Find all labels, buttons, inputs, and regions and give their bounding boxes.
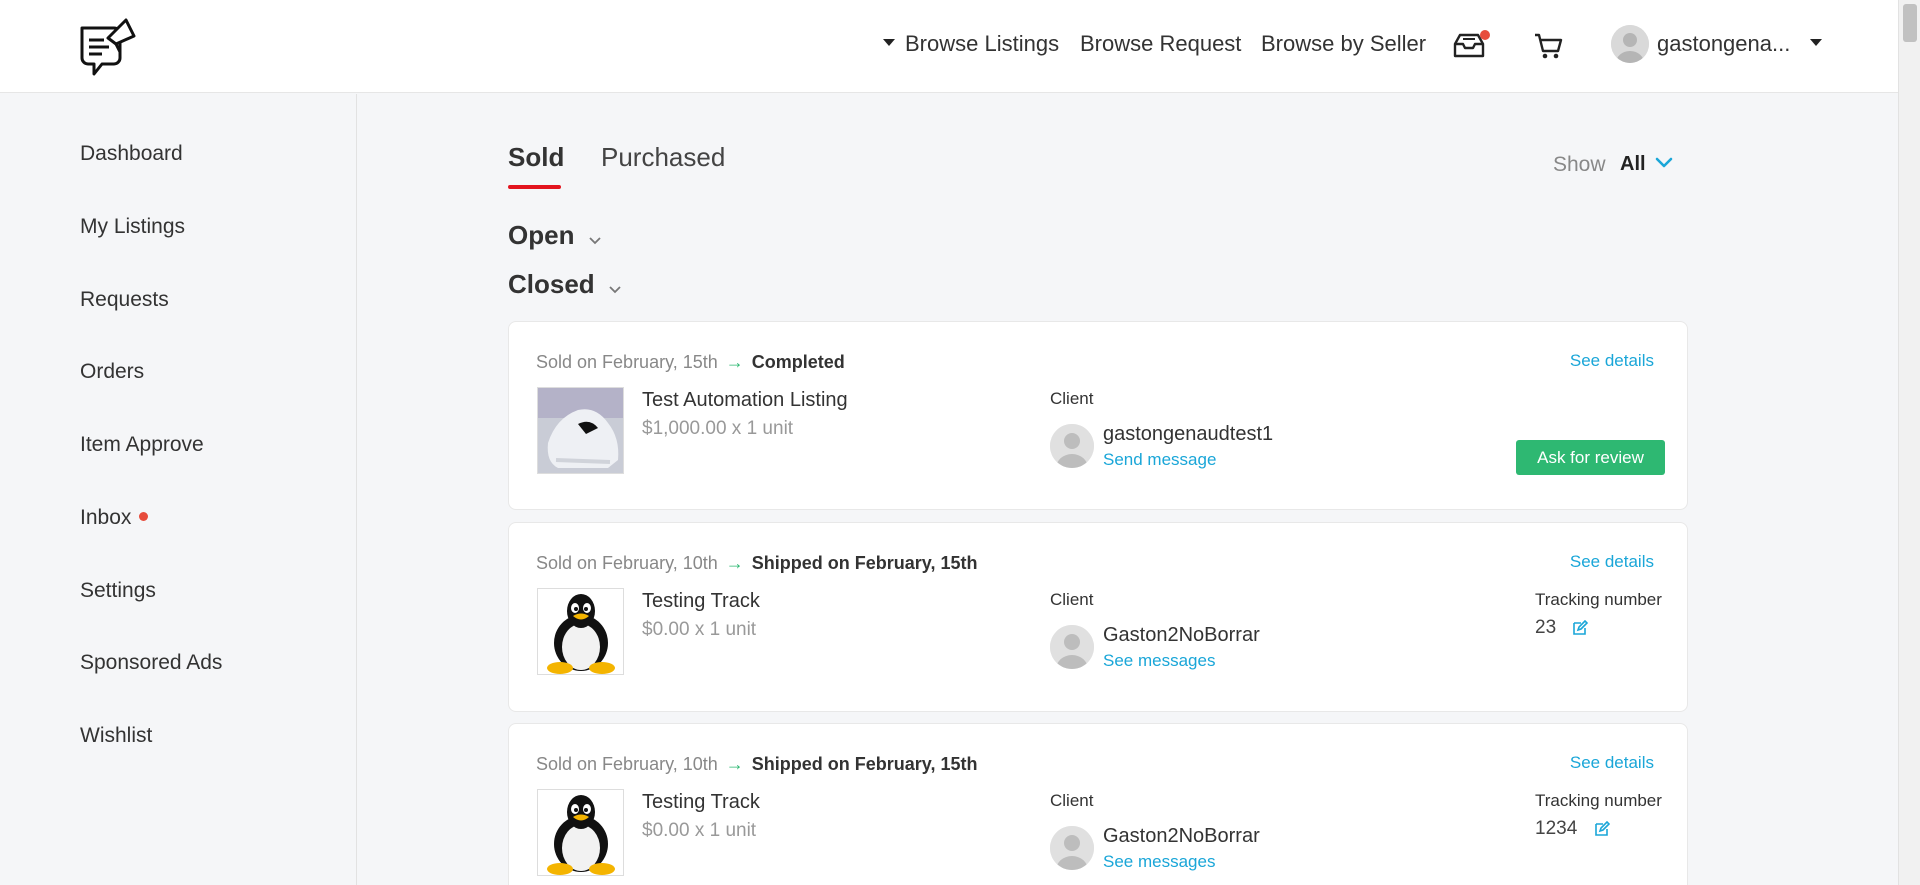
nav-browse-listings[interactable]: Browse Listings — [883, 31, 1059, 57]
chevron-down-icon — [588, 222, 602, 253]
brand-logo[interactable] — [76, 14, 138, 80]
arrow-right-icon: → — [725, 553, 744, 573]
user-menu[interactable]: gastongena... — [1657, 31, 1823, 57]
nav-browse-by-seller[interactable]: Browse by Seller — [1261, 31, 1426, 57]
client-label: Client — [1050, 590, 1094, 609]
client-label: Client — [1050, 791, 1094, 810]
order-status-line: Sold on February, 10th → Shipped on Februa… — [536, 553, 978, 573]
inbox-unread-dot — [139, 511, 149, 521]
sidebar-item-orders[interactable]: Orders — [80, 360, 144, 384]
ask-for-review-button[interactable]: Ask for review — [1516, 440, 1665, 475]
sidebar-item-sponsored-ads[interactable]: Sponsored Ads — [80, 651, 222, 675]
edit-icon[interactable] — [1572, 619, 1589, 641]
penguin-image-icon — [538, 790, 623, 875]
order-status: Shipped on February, 15th — [751, 553, 978, 573]
show-filter-select[interactable]: All — [1620, 153, 1646, 176]
client-avatar — [1050, 625, 1094, 669]
product-thumbnail-penguin[interactable] — [537, 588, 624, 675]
sidebar-item-item-approve[interactable]: Item Approve — [80, 433, 204, 457]
arrow-right-icon: → — [725, 352, 744, 372]
see-messages-link[interactable]: See messages — [1103, 651, 1215, 671]
product-thumbnail-sneaker[interactable] — [537, 387, 624, 474]
product-thumbnail-penguin[interactable] — [537, 789, 624, 876]
tab-sold[interactable]: Sold — [508, 142, 564, 173]
tracking-number-label: Tracking number — [1535, 791, 1662, 810]
user-silhouette-icon — [1050, 625, 1094, 669]
cart-button[interactable] — [1533, 32, 1563, 65]
sneaker-photo-icon — [538, 388, 623, 473]
order-status: Shipped on February, 15th — [751, 754, 978, 774]
send-message-link[interactable]: Send message — [1103, 450, 1216, 470]
tracking-number-value: 23 — [1535, 617, 1557, 638]
order-card: Sold on February, 10th → Shipped on Februa… — [508, 522, 1688, 712]
edit-icon[interactable] — [1594, 820, 1611, 842]
active-tab-indicator — [508, 185, 561, 189]
sidebar-item-wishlist[interactable]: Wishlist — [80, 724, 152, 748]
notification-dot — [1480, 30, 1490, 40]
client-name: Gaston2NoBorrar — [1103, 624, 1260, 646]
shopping-cart-icon — [1535, 33, 1563, 59]
product-price: $0.00 x 1 unit — [642, 619, 757, 640]
client-name: Gaston2NoBorrar — [1103, 825, 1260, 847]
sidebar: Dashboard My Listings Requests Orders It… — [0, 94, 357, 885]
caret-down-icon — [883, 38, 895, 46]
product-price: $0.00 x 1 unit — [642, 820, 757, 841]
top-navbar: Browse Listings Browse Request Browse by… — [0, 0, 1898, 93]
client-name: gastongenaudtest1 — [1103, 423, 1274, 445]
product-title[interactable]: Testing Track — [642, 590, 760, 613]
user-silhouette-icon — [1050, 424, 1094, 468]
nav-browse-request[interactable]: Browse Request — [1080, 31, 1241, 57]
show-filter-label: Show — [1553, 153, 1606, 176]
order-card: Sold on February, 15th → Completed See det… — [508, 321, 1688, 510]
sidebar-item-settings[interactable]: Settings — [80, 579, 156, 603]
tracking-number-value: 1234 — [1535, 818, 1578, 839]
order-status-line: Sold on February, 10th → Shipped on Februa… — [536, 754, 978, 774]
tracking-number-label: Tracking number — [1535, 590, 1662, 609]
group-open-toggle[interactable]: Open — [508, 220, 602, 253]
sidebar-item-my-listings[interactable]: My Listings — [80, 215, 185, 239]
order-card: Sold on February, 10th → Shipped on Februa… — [508, 723, 1688, 885]
see-details-link[interactable]: See details — [1570, 351, 1654, 371]
order-status: Completed — [751, 352, 845, 372]
see-details-link[interactable]: See details — [1570, 552, 1654, 572]
user-avatar[interactable] — [1611, 25, 1649, 63]
product-title[interactable]: Testing Track — [642, 791, 760, 814]
tab-purchased[interactable]: Purchased — [601, 142, 725, 173]
client-avatar — [1050, 424, 1094, 468]
product-title[interactable]: Test Automation Listing — [642, 389, 848, 412]
caret-down-icon — [1810, 38, 1823, 46]
arrow-right-icon: → — [725, 754, 744, 774]
client-label: Client — [1050, 389, 1094, 408]
product-price: $1,000.00 x 1 unit — [642, 418, 794, 439]
user-silhouette-icon — [1611, 25, 1649, 63]
user-silhouette-icon — [1050, 826, 1094, 870]
penguin-image-icon — [538, 589, 623, 674]
scrollbar-thumb[interactable] — [1903, 4, 1917, 42]
sidebar-item-requests[interactable]: Requests — [80, 288, 169, 312]
megaphone-chat-logo-icon — [80, 18, 136, 76]
inbox-tray-button[interactable] — [1452, 30, 1490, 65]
see-messages-link[interactable]: See messages — [1103, 852, 1215, 872]
chevron-down-icon[interactable] — [1655, 156, 1673, 175]
sidebar-item-dashboard[interactable]: Dashboard — [80, 142, 183, 166]
sidebar-item-inbox[interactable]: Inbox — [80, 506, 149, 530]
group-closed-toggle[interactable]: Closed — [508, 269, 622, 302]
chevron-down-icon — [608, 271, 622, 302]
order-status-line: Sold on February, 15th → Completed — [536, 352, 845, 372]
see-details-link[interactable]: See details — [1570, 753, 1654, 773]
client-avatar — [1050, 826, 1094, 870]
page-scrollbar[interactable] — [1898, 0, 1920, 885]
